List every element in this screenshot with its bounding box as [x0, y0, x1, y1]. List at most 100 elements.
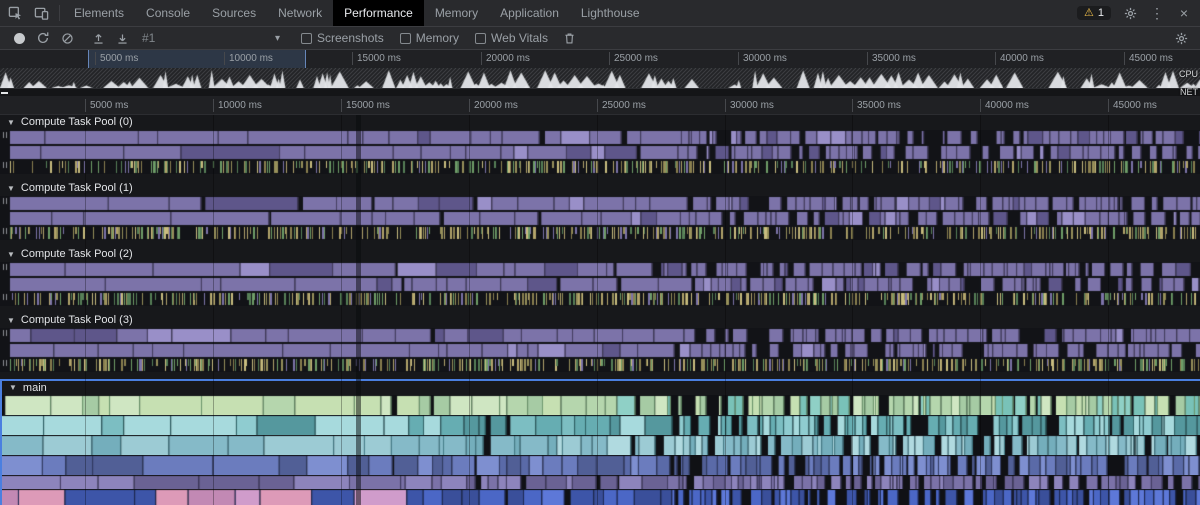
timeline-overview: 5000 ms 10000 ms 15000 ms 20000 ms 25000 ms 3…: [0, 50, 1200, 97]
close-devtools-button[interactable]: ×: [1171, 0, 1197, 26]
network-overview-strip[interactable]: NET: [0, 88, 1200, 97]
track-compute-task-pool-3: ▼ Compute Task Pool (3): [0, 313, 1200, 379]
checkbox-box-web-vitals[interactable]: [475, 32, 487, 44]
overview-tick-5000-ms: 5000 ms: [95, 52, 138, 65]
history-selected-value: #1: [142, 31, 156, 45]
device-toolbar-icon: [34, 7, 48, 20]
tabbar-left-icons: [0, 0, 56, 26]
pool-3-ticks-canvas[interactable]: [0, 358, 1200, 372]
trash-icon: [565, 33, 575, 43]
pool-1-band-canvas[interactable]: [0, 196, 1200, 226]
main-row-2-canvas[interactable]: [2, 435, 1200, 455]
tab-strip: Elements Console Sources Network Performance…: [63, 0, 651, 26]
tab-elements[interactable]: Elements: [63, 0, 135, 26]
tabbar-right-controls: ⚠ 1 ⋮ ×: [1077, 0, 1200, 26]
checkbox-box-screenshots[interactable]: [301, 32, 312, 44]
collapse-arrow-icon[interactable]: ▼: [7, 184, 15, 193]
gear-icon: [1124, 7, 1136, 19]
tab-network[interactable]: Network: [267, 0, 333, 26]
tab-application[interactable]: Application: [489, 0, 570, 26]
tab-lighthouse[interactable]: Lighthouse: [570, 0, 651, 26]
pool-2-ticks-canvas[interactable]: [0, 292, 1200, 306]
toolbar-checkboxes: Screenshots Memory Web Vitals: [301, 31, 548, 45]
issues-badge[interactable]: ⚠ 1: [1077, 6, 1111, 20]
clear-recording-button[interactable]: [55, 27, 79, 49]
flame-chart-ruler[interactable]: 5000 ms 10000 ms 15000 ms 20000 ms 25000 ms 3…: [0, 96, 1200, 115]
tab-console[interactable]: Console: [135, 0, 201, 26]
gear-icon: [1175, 32, 1187, 44]
settings-button[interactable]: [1117, 0, 1143, 26]
overflow-menu-button[interactable]: ⋮: [1144, 0, 1170, 26]
main-row-3-canvas[interactable]: [2, 455, 1200, 475]
track-compute-task-pool-2: ▼ Compute Task Pool (2): [0, 247, 1200, 313]
warning-icon: ⚠: [1084, 6, 1094, 19]
track-header-main[interactable]: ▼ main: [2, 381, 1200, 395]
pool-2-band-canvas[interactable]: [0, 262, 1200, 292]
collapse-arrow-icon[interactable]: ▼: [9, 384, 17, 392]
record-button[interactable]: [7, 27, 31, 49]
flame-tick-40000-ms: 40000 ms: [980, 99, 1029, 112]
flame-tick-10000-ms: 10000 ms: [213, 99, 262, 112]
track-spacer: [0, 306, 1200, 313]
overview-tick-10000-ms: 10000 ms: [224, 52, 273, 65]
overview-ruler[interactable]: 5000 ms 10000 ms 15000 ms 20000 ms 25000 ms 3…: [0, 50, 1200, 68]
save-profile-button[interactable]: [110, 27, 134, 49]
checkbox-label-memory: Memory: [415, 31, 460, 45]
main-row-5-canvas[interactable]: [2, 489, 1200, 505]
overview-tick-20000-ms: 20000 ms: [481, 52, 530, 65]
main-row-1-canvas[interactable]: [2, 415, 1200, 435]
flame-tick-30000-ms: 30000 ms: [725, 99, 774, 112]
pool-1-ticks-canvas[interactable]: [0, 226, 1200, 240]
checkbox-web-vitals[interactable]: Web Vitals: [475, 31, 548, 45]
tab-sources[interactable]: Sources: [201, 0, 267, 26]
track-compute-task-pool-1: ▼ Compute Task Pool (1): [0, 181, 1200, 247]
checkbox-screenshots[interactable]: Screenshots: [301, 31, 384, 45]
tab-performance[interactable]: Performance: [333, 0, 424, 26]
overview-tick-40000-ms: 40000 ms: [995, 52, 1044, 65]
track-header-compute-task-pool-2[interactable]: ▼ Compute Task Pool (2): [0, 247, 1200, 262]
flame-tick-25000-ms: 25000 ms: [597, 99, 646, 112]
pool-0-band-canvas[interactable]: [0, 130, 1200, 160]
main-row-0-canvas[interactable]: [2, 395, 1200, 415]
checkbox-box-memory[interactable]: [399, 32, 411, 44]
menu-dots-icon: ⋮: [1150, 4, 1164, 21]
track-header-compute-task-pool-0[interactable]: ▼ Compute Task Pool (0): [0, 115, 1200, 130]
close-icon: ×: [1179, 5, 1189, 21]
devtools-window: Elements Console Sources Network Performance…: [0, 0, 1200, 505]
cpu-activity-canvas[interactable]: [0, 68, 1200, 88]
load-profile-button[interactable]: [86, 27, 110, 49]
track-spacer: [0, 174, 1200, 181]
device-toolbar-button[interactable]: [28, 0, 54, 26]
chevron-down-icon: ▾: [274, 32, 280, 44]
inspect-element-button[interactable]: [2, 0, 28, 26]
cpu-overview-strip[interactable]: CPU: [0, 68, 1200, 88]
cpu-strip-label: CPU: [1178, 69, 1198, 79]
track-main: ▼ main: [0, 379, 1200, 505]
collapse-arrow-icon[interactable]: ▼: [7, 118, 15, 127]
reload-and-record-button[interactable]: [31, 27, 55, 49]
track-label-compute-task-pool-3: Compute Task Pool (3): [20, 314, 133, 326]
panel-settings-button[interactable]: [1169, 27, 1193, 49]
track-spacer: [0, 372, 1200, 379]
pool-3-band-canvas[interactable]: [0, 328, 1200, 358]
main-row-4-canvas[interactable]: [2, 475, 1200, 489]
track-label-compute-task-pool-1: Compute Task Pool (1): [20, 182, 133, 194]
overview-tick-15000-ms: 15000 ms: [352, 52, 401, 65]
delete-recording-button[interactable]: [558, 27, 582, 49]
checkbox-label-screenshots: Screenshots: [317, 31, 384, 45]
pool-0-ticks-canvas[interactable]: [0, 160, 1200, 174]
upload-icon: [93, 33, 103, 44]
track-header-compute-task-pool-3[interactable]: ▼ Compute Task Pool (3): [0, 313, 1200, 328]
tab-memory[interactable]: Memory: [424, 0, 489, 26]
history-dropdown[interactable]: #1 ▾: [142, 31, 280, 45]
record-icon: [13, 32, 25, 44]
track-header-compute-task-pool-1[interactable]: ▼ Compute Task Pool (1): [0, 181, 1200, 196]
checkbox-memory[interactable]: Memory: [399, 31, 460, 45]
track-label-compute-task-pool-2: Compute Task Pool (2): [20, 248, 133, 260]
collapse-arrow-icon[interactable]: ▼: [7, 316, 15, 325]
flame-tick-45000-ms: 45000 ms: [1108, 99, 1157, 112]
issues-count: 1: [1097, 7, 1104, 19]
reload-icon: [37, 32, 49, 43]
collapse-arrow-icon[interactable]: ▼: [7, 250, 15, 259]
overview-tick-45000-ms: 45000 ms: [1124, 52, 1173, 65]
